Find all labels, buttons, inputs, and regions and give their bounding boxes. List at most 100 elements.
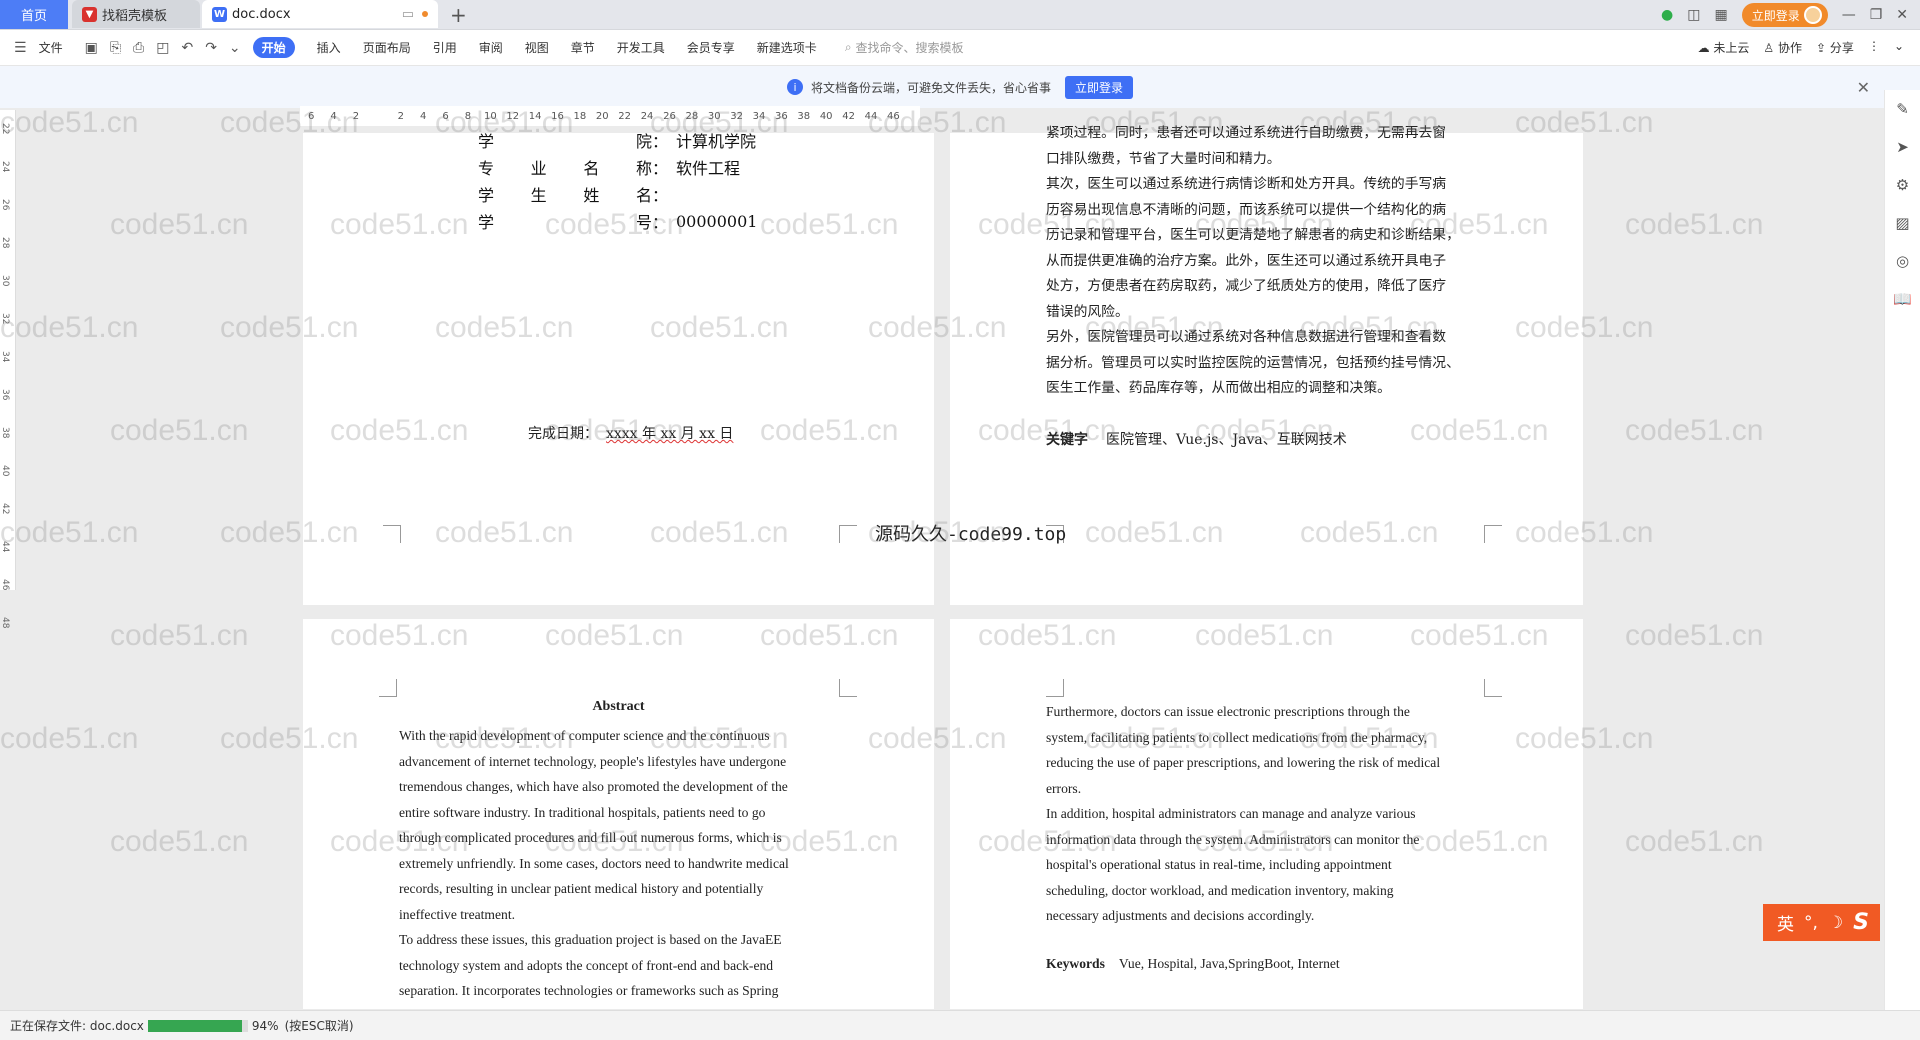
collab-label: 协作 — [1778, 41, 1803, 55]
share-icon: ⇪ — [1816, 41, 1827, 55]
collapse-icon[interactable]: ⌄ — [1894, 39, 1904, 56]
tab-chapter[interactable]: 章节 — [571, 39, 595, 56]
paragraph-line: scheduling, doctor workload, and medicat… — [1046, 882, 1394, 898]
ime-moon-icon: ☽ — [1827, 912, 1844, 933]
tab-view[interactable]: 视图 — [525, 39, 549, 56]
image-icon[interactable]: ▨ — [1895, 214, 1909, 232]
minimize-icon[interactable]: — — [1842, 7, 1856, 23]
ruler-tick: 8 — [464, 110, 472, 122]
cover-field-value: 00000001 — [676, 211, 758, 231]
close-icon[interactable]: ✕ — [1896, 7, 1908, 23]
ruler-tick: 20 — [595, 110, 609, 122]
cover-field-char: 号： — [635, 213, 668, 232]
pen-icon[interactable]: ✎ — [1896, 100, 1909, 118]
tab-doc[interactable]: W doc.docx ▭ — [202, 0, 438, 28]
tab-insert[interactable]: 插入 — [317, 39, 341, 56]
update-icon[interactable]: ● — [1661, 7, 1673, 23]
tab-developer[interactable]: 开发工具 — [617, 39, 665, 56]
tab-new[interactable]: 新建选项卡 — [757, 39, 817, 56]
more-icon[interactable]: ⌄ — [229, 40, 241, 56]
tab-review[interactable]: 审阅 — [479, 39, 503, 56]
cover-field-char: 学 — [478, 213, 495, 232]
save-progress-fill — [147, 1019, 242, 1032]
paragraph-line: hospital's operational status in real-ti… — [1046, 857, 1392, 872]
tab-home[interactable]: 首页 — [0, 0, 68, 29]
ruler-tick: 26 — [663, 110, 676, 122]
preview-icon[interactable]: ◰ — [156, 40, 169, 56]
share-button[interactable]: ⇪ 分享 — [1816, 39, 1854, 56]
cover-field-row: 专 业 名 称： 软件工程 — [478, 155, 740, 179]
save-icon[interactable]: ▣ — [85, 40, 98, 56]
ruler-tick: 46 — [0, 579, 10, 591]
corner-mark — [383, 525, 401, 543]
keywords-label: 关键字 — [1046, 432, 1088, 448]
print-icon[interactable]: ⎙ — [133, 40, 144, 56]
login-button[interactable]: 立即登录 — [1741, 3, 1828, 27]
location-icon[interactable]: ◎ — [1896, 252, 1909, 270]
ime-indicator[interactable]: 英 °, ☽ S — [1763, 904, 1880, 941]
tab-references[interactable]: 引用 — [433, 39, 457, 56]
ruler-tick: 40 — [0, 465, 10, 477]
cover-field-char: 专 — [478, 159, 495, 178]
word-doc-icon: W — [212, 6, 227, 22]
ruler-tick: 14 — [528, 110, 542, 122]
layout-icon[interactable]: ◫ — [1687, 7, 1700, 23]
ruler-tick: 44 — [864, 110, 878, 122]
page-abstract-en-2: Furthermore, doctors can issue electroni… — [950, 619, 1583, 1009]
collab-button[interactable]: ♙ 协作 — [1763, 39, 1802, 56]
tab-template[interactable]: ▼ 找稻壳模板 — [72, 0, 200, 28]
cloud-status[interactable]: ☁ 未上云 — [1698, 39, 1750, 56]
paragraph-line: tremendous changes, which have also prom… — [399, 779, 788, 794]
settings-icon[interactable]: ⚙ — [1896, 176, 1909, 194]
cover-field-row: 学 生 姓 名： — [478, 182, 676, 206]
page-cover: 学院： 计算机学院专业名称： 软件工程学生姓名：学号： 00000001 完成日期： … — [303, 132, 934, 605]
tab-start[interactable]: 开始 — [252, 37, 295, 58]
ruler-tick: 28 — [685, 110, 699, 122]
search-icon: ⌕ — [844, 40, 852, 54]
cover-field-char: 名： — [635, 186, 668, 205]
ruler-tick: 6 — [308, 110, 315, 122]
overflow-icon[interactable]: ⋮ — [1868, 39, 1880, 56]
corner-mark — [1484, 525, 1502, 543]
ruler-tick: 2 — [352, 110, 360, 122]
cover-field-key: 学 号： — [478, 209, 668, 233]
book-icon[interactable]: 📖 — [1893, 290, 1912, 308]
cover-field-char: 名 — [583, 159, 600, 178]
redo-icon[interactable]: ↷ — [205, 40, 217, 56]
vertical-ruler[interactable]: 22 24 26 28 30 32 34 36 38 40 42 44 46 48 — [0, 110, 16, 629]
cover-field-char: 学 — [478, 132, 495, 151]
ruler-tick: 40 — [819, 110, 833, 122]
ruler-tick: 42 — [0, 503, 10, 515]
search-placeholder: 查找命令、搜索模板 — [855, 41, 964, 55]
corner-mark — [1046, 679, 1064, 697]
new-tab-button[interactable]: + — [450, 1, 467, 29]
grid-icon[interactable]: ▦ — [1714, 7, 1727, 23]
paragraph-line: through complicated procedures and fill … — [399, 830, 782, 845]
watermark: code51.cn — [110, 825, 249, 858]
tab-bar: 首页 ▼ 找稻壳模板 W doc.docx ▭ + ● ◫ ▦ 立即登录 — ❐… — [0, 0, 1920, 30]
ruler-tick: 10 — [483, 110, 497, 122]
share-label: 分享 — [1829, 41, 1854, 55]
file-menu[interactable]: 文件 — [39, 39, 63, 56]
banner-login-button[interactable]: 立即登录 — [1065, 75, 1134, 99]
tab-page-layout[interactable]: 页面布局 — [363, 39, 411, 56]
command-search[interactable]: ⌕ 查找命令、搜索模板 — [845, 39, 964, 56]
ruler-tick: 24 — [640, 110, 654, 122]
paragraph-line: 从而提供更准确的治疗方案。此外，医生还可以通过系统开具电子 — [1046, 252, 1447, 269]
menu-icon[interactable]: ☰ — [14, 40, 27, 56]
undo-icon[interactable]: ↶ — [181, 40, 193, 56]
paragraph-line: ineffective treatment. — [399, 906, 515, 922]
horizontal-ruler[interactable]: 6 4 2 2 4 6 8 10 12 14 16 18 20 22 24 26 28 30 32 34 36 38 40 4… — [300, 106, 920, 126]
banner-close-icon[interactable]: ✕ — [1857, 78, 1870, 97]
cover-field-row: 学 号： 00000001 — [478, 209, 757, 233]
right-sidebar: ✎ ➤ ⚙ ▨ ◎ 📖 — [1884, 90, 1920, 1010]
ruler-tick: 2 — [397, 110, 404, 122]
export-icon[interactable]: ⎘ — [110, 40, 121, 56]
wps-docer-icon: ▼ — [82, 6, 97, 22]
restore-icon[interactable]: ❐ — [1870, 7, 1883, 23]
tab-member[interactable]: 会员专享 — [687, 39, 735, 56]
window-icon[interactable]: ▭ — [402, 7, 414, 22]
select-icon[interactable]: ➤ — [1896, 138, 1909, 156]
watermark: code51.cn — [0, 311, 139, 344]
paragraph-line: 历容易出现信息不清晰的问题，而该系统可以提供一个结构化的病 — [1046, 201, 1447, 218]
